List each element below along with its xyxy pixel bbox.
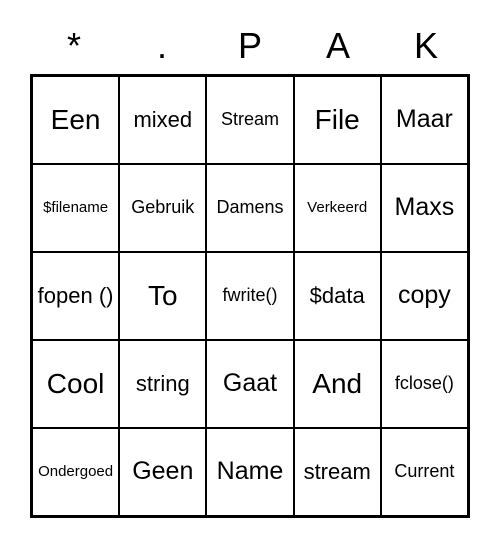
bingo-cell[interactable]: And bbox=[294, 340, 381, 428]
bingo-grid: Een mixed Stream File Maar $filename Geb… bbox=[30, 74, 470, 518]
bingo-cell[interactable]: stream bbox=[294, 428, 381, 516]
bingo-cell[interactable]: Ondergoed bbox=[32, 428, 119, 516]
bingo-header-cell: . bbox=[118, 18, 206, 74]
bingo-header-cell: * bbox=[30, 18, 118, 74]
bingo-cell[interactable]: $data bbox=[294, 252, 381, 340]
bingo-header-cell: A bbox=[294, 18, 382, 74]
bingo-header-row: * . P A K bbox=[30, 18, 470, 74]
bingo-cell[interactable]: Verkeerd bbox=[294, 164, 381, 252]
bingo-cell[interactable]: Current bbox=[381, 428, 468, 516]
bingo-cell[interactable]: Gebruik bbox=[119, 164, 206, 252]
bingo-cell[interactable]: fopen () bbox=[32, 252, 119, 340]
bingo-cell[interactable]: Gaat bbox=[206, 340, 293, 428]
bingo-cell[interactable]: fwrite() bbox=[206, 252, 293, 340]
bingo-header-cell: P bbox=[206, 18, 294, 74]
bingo-cell[interactable]: File bbox=[294, 76, 381, 164]
bingo-cell[interactable]: $filename bbox=[32, 164, 119, 252]
bingo-cell[interactable]: Name bbox=[206, 428, 293, 516]
bingo-cell[interactable]: mixed bbox=[119, 76, 206, 164]
bingo-cell[interactable]: fclose() bbox=[381, 340, 468, 428]
bingo-cell[interactable]: Cool bbox=[32, 340, 119, 428]
bingo-header-cell: K bbox=[382, 18, 470, 74]
bingo-card: * . P A K Een mixed Stream File Maar $fi… bbox=[30, 18, 470, 518]
bingo-cell[interactable]: Geen bbox=[119, 428, 206, 516]
bingo-cell[interactable]: Maar bbox=[381, 76, 468, 164]
bingo-cell[interactable]: string bbox=[119, 340, 206, 428]
bingo-cell[interactable]: To bbox=[119, 252, 206, 340]
bingo-cell[interactable]: copy bbox=[381, 252, 468, 340]
bingo-cell[interactable]: Stream bbox=[206, 76, 293, 164]
bingo-cell[interactable]: Damens bbox=[206, 164, 293, 252]
bingo-cell[interactable]: Een bbox=[32, 76, 119, 164]
bingo-cell[interactable]: Maxs bbox=[381, 164, 468, 252]
